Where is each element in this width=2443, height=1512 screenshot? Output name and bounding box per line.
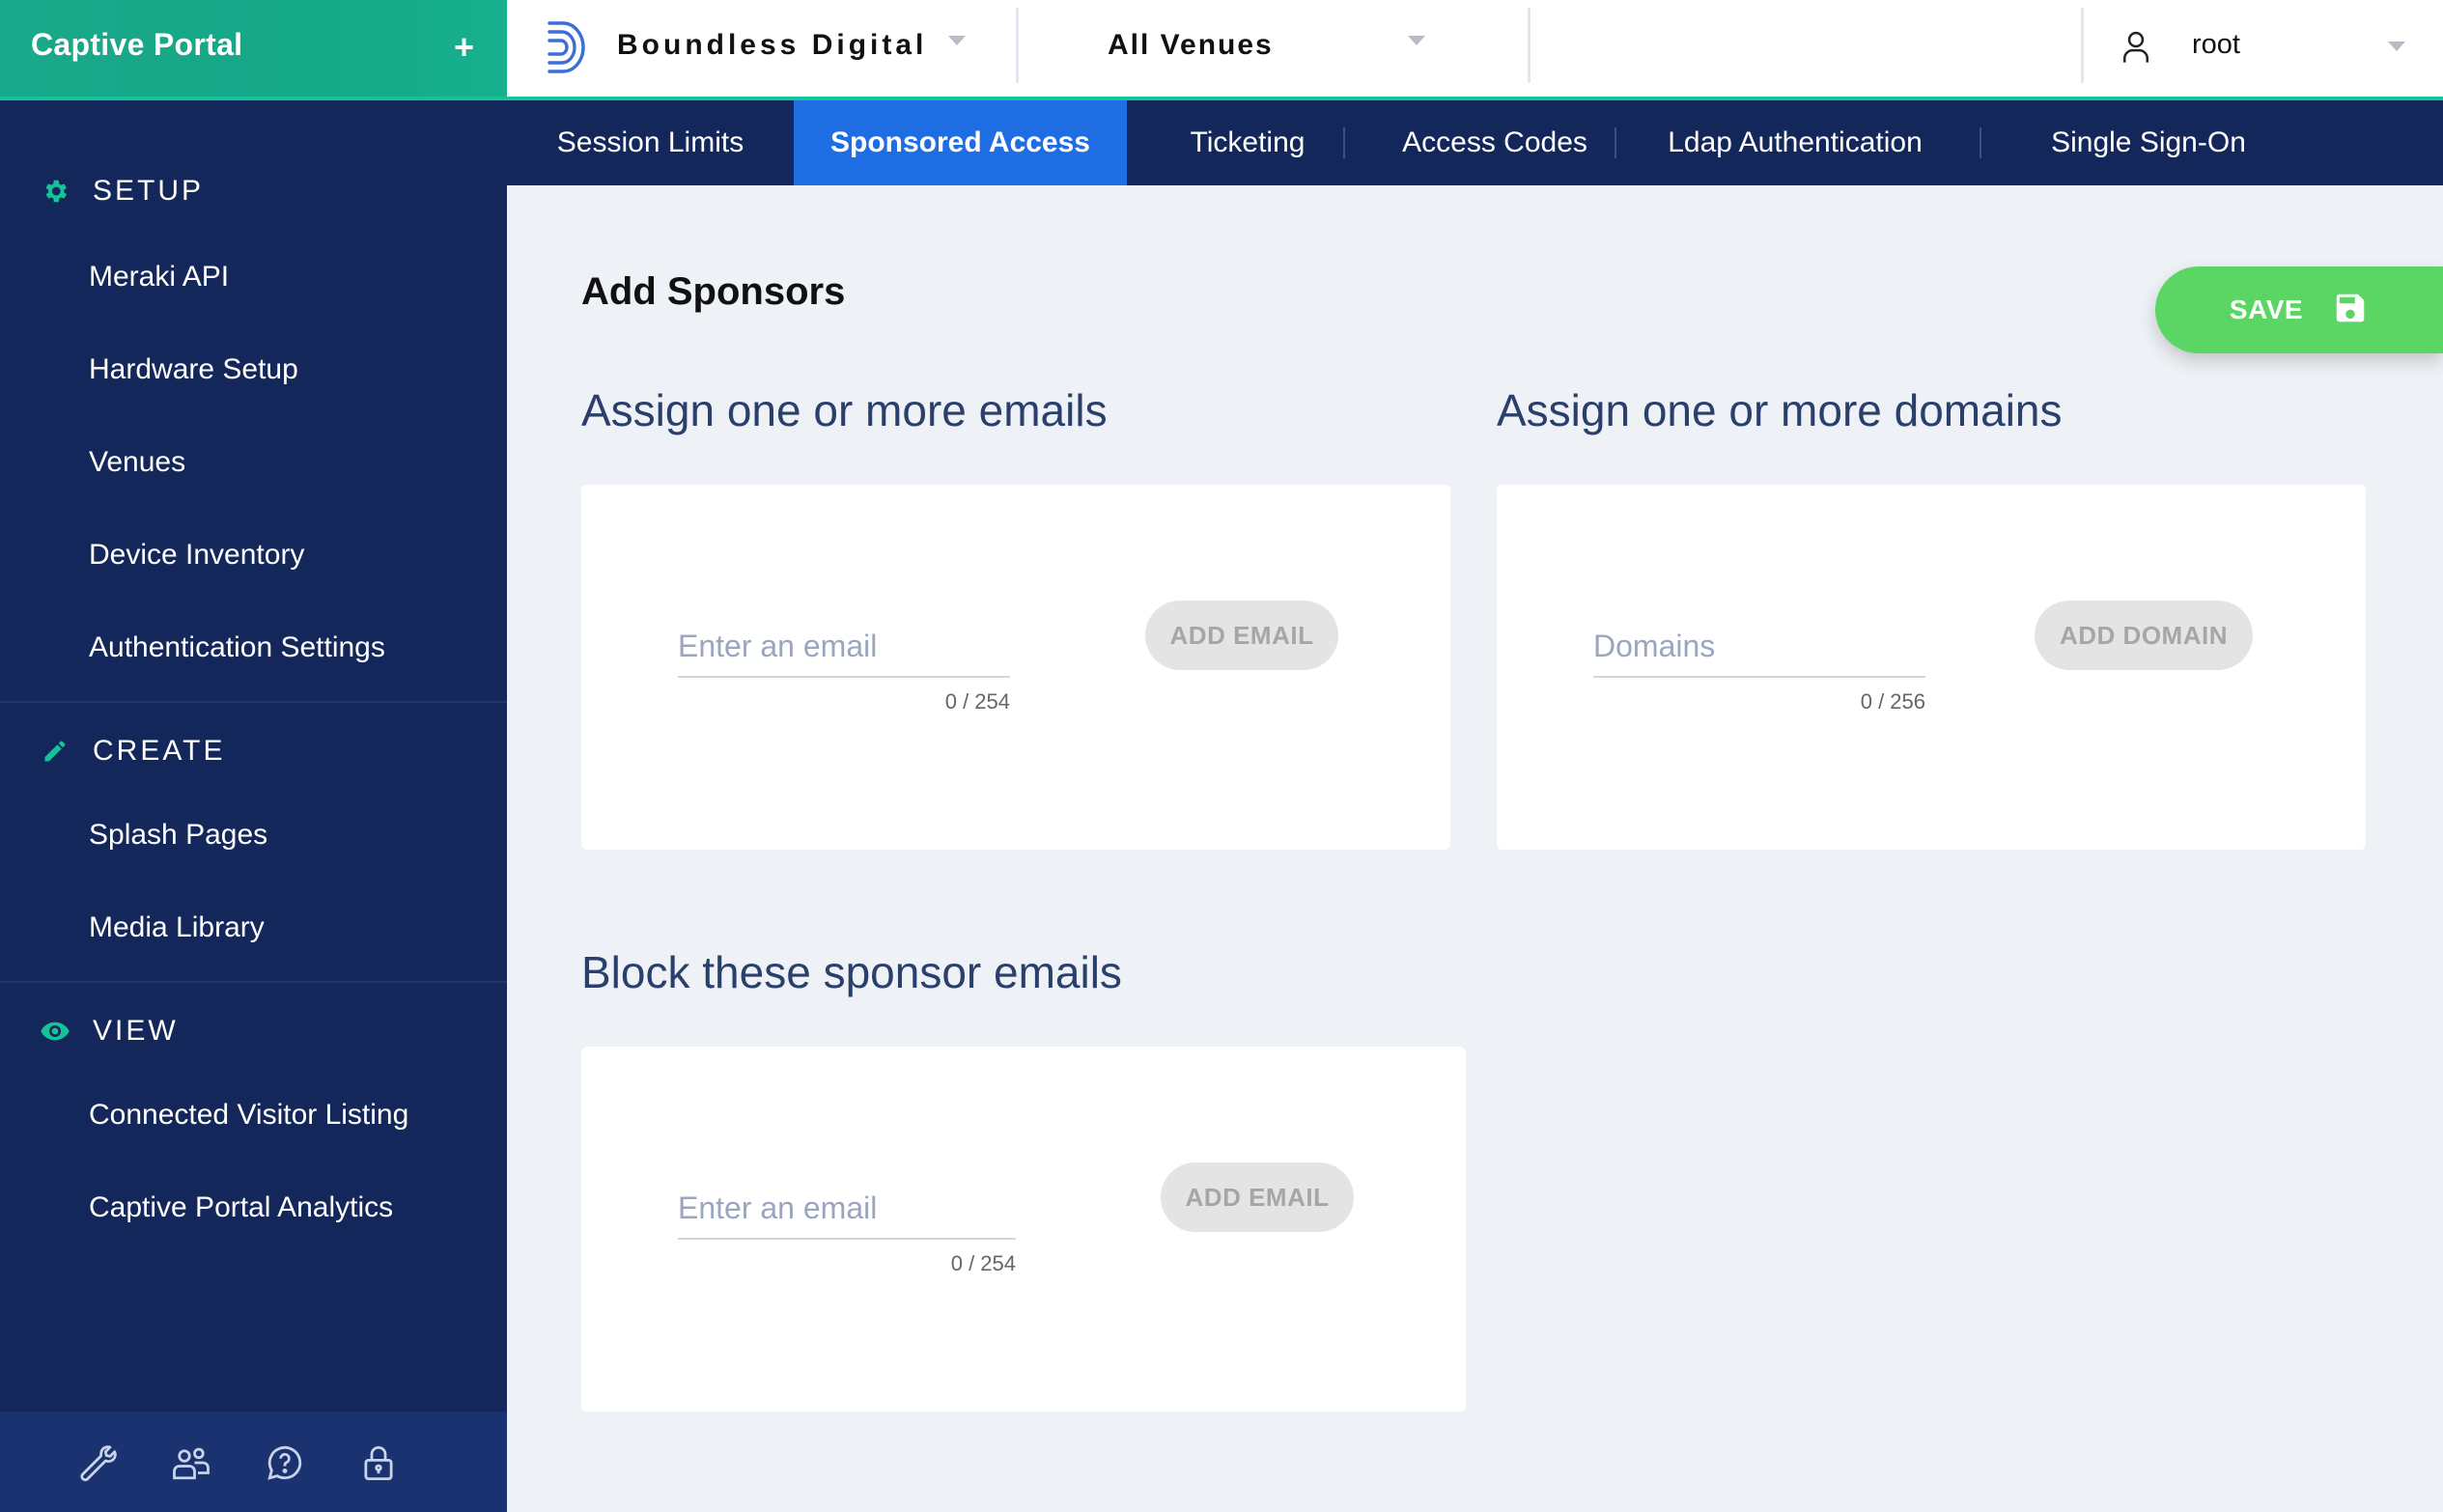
user-dropdown-chevron-icon[interactable] xyxy=(2388,42,2405,51)
topbar-separator xyxy=(1528,8,1530,83)
blocked-email-field-placeholder: Enter an email xyxy=(678,1190,878,1225)
page-title: Add Sponsors xyxy=(581,270,846,313)
tab-single-sign-on[interactable]: Single Sign-On xyxy=(1984,100,2313,185)
venue-dropdown-chevron-icon[interactable] xyxy=(1408,36,1425,45)
domains-heading: Assign one or more domains xyxy=(1497,385,2063,435)
section-label-view: VIEW xyxy=(93,1015,179,1047)
section-label-setup: SETUP xyxy=(93,175,205,207)
user-menu[interactable]: root xyxy=(2192,29,2240,61)
sidebar-divider xyxy=(0,981,507,983)
organization-dropdown-chevron-icon[interactable] xyxy=(948,36,966,45)
sidebar-item-meraki-api[interactable]: Meraki API xyxy=(89,261,229,294)
sidebar-item-splash-pages[interactable]: Splash Pages xyxy=(89,819,267,852)
gear-icon xyxy=(39,175,71,208)
email-field-placeholder: Enter an email xyxy=(678,629,878,663)
blocked-emails-heading: Block these sponsor emails xyxy=(581,947,1122,997)
sidebar-brand: Captive Portal + xyxy=(0,0,507,100)
sidebar-item-venues[interactable]: Venues xyxy=(89,446,185,479)
tab-separator xyxy=(1343,127,1345,158)
section-create: CREATE xyxy=(39,730,225,772)
save-button-label: SAVE xyxy=(2229,294,2304,324)
tab-access-codes[interactable]: Access Codes xyxy=(1368,100,1621,185)
tab-separator xyxy=(1980,127,1981,158)
section-view: VIEW xyxy=(39,1010,179,1052)
organization-name[interactable]: Boundless Digital xyxy=(617,29,927,62)
add-blocked-email-button[interactable]: ADD EMAIL xyxy=(1161,1162,1354,1232)
domains-card: Domains 0 / 256 ADD DOMAIN xyxy=(1497,485,2366,850)
emails-card: Enter an email 0 / 254 ADD EMAIL xyxy=(581,485,1450,850)
sidebar-item-connected-visitor-listing[interactable]: Connected Visitor Listing xyxy=(89,1099,408,1132)
add-email-button[interactable]: ADD EMAIL xyxy=(1145,601,1338,670)
topbar-separator xyxy=(1016,8,1019,83)
sidebar-item-device-inventory[interactable]: Device Inventory xyxy=(89,539,304,572)
tab-session-limits[interactable]: Session Limits xyxy=(507,100,794,185)
topbar-separator xyxy=(2081,8,2084,83)
domain-field[interactable]: Domains xyxy=(1593,618,1925,678)
app-title: Captive Portal xyxy=(31,27,243,62)
lock-icon[interactable] xyxy=(358,1442,399,1483)
save-button[interactable]: SAVE xyxy=(2155,266,2443,353)
blocked-emails-card: Enter an email 0 / 254 ADD EMAIL xyxy=(581,1047,1466,1412)
users-icon[interactable] xyxy=(171,1442,211,1483)
emails-heading: Assign one or more emails xyxy=(581,385,1108,435)
floppy-disk-icon xyxy=(2332,290,2369,331)
tab-bar: Session Limits Sponsored Access Ticketin… xyxy=(507,100,2443,185)
sidebar-item-captive-portal-analytics[interactable]: Captive Portal Analytics xyxy=(89,1191,393,1224)
email-char-counter: 0 / 254 xyxy=(944,689,1010,714)
sidebar-footer xyxy=(0,1412,507,1512)
organization-logo-icon xyxy=(546,19,590,80)
sidebar-divider xyxy=(0,701,507,703)
user-icon xyxy=(2120,29,2152,69)
eye-icon xyxy=(39,1015,71,1048)
tab-ldap-authentication[interactable]: Ldap Authentication xyxy=(1621,100,1969,185)
domain-char-counter: 0 / 256 xyxy=(1860,689,1925,714)
tab-separator xyxy=(1615,127,1616,158)
blocked-email-char-counter: 0 / 254 xyxy=(950,1251,1016,1275)
wrench-icon[interactable] xyxy=(76,1442,117,1483)
help-icon[interactable] xyxy=(265,1442,305,1483)
tab-sponsored-access[interactable]: Sponsored Access xyxy=(794,100,1127,185)
sidebar-item-authentication-settings[interactable]: Authentication Settings xyxy=(89,631,385,664)
tab-ticketing[interactable]: Ticketing xyxy=(1127,100,1368,185)
blocked-email-field[interactable]: Enter an email xyxy=(678,1180,1016,1240)
add-button[interactable]: + xyxy=(454,27,474,68)
venue-selector[interactable]: All Venues xyxy=(1108,29,1274,62)
pencil-icon xyxy=(39,735,71,768)
sidebar: Captive Portal + SETUP Meraki API Hardwa… xyxy=(0,0,507,1512)
section-label-create: CREATE xyxy=(93,735,226,767)
top-bar: Boundless Digital All Venues root xyxy=(507,0,2443,100)
email-field[interactable]: Enter an email xyxy=(678,618,1010,678)
sidebar-item-hardware-setup[interactable]: Hardware Setup xyxy=(89,353,298,386)
section-setup: SETUP xyxy=(39,170,204,212)
sidebar-item-media-library[interactable]: Media Library xyxy=(89,911,265,944)
domain-field-placeholder: Domains xyxy=(1593,629,1716,663)
add-domain-button[interactable]: ADD DOMAIN xyxy=(2035,601,2253,670)
